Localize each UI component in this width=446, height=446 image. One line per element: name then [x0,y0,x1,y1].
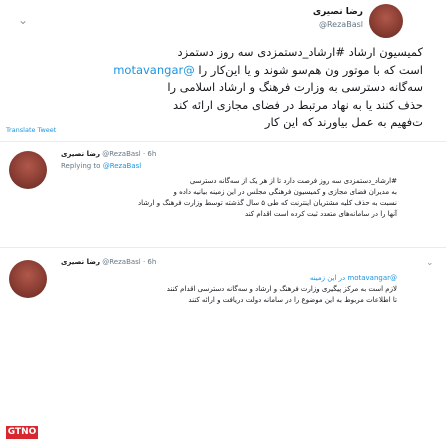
reply-line: آنها را در سامانه‌های متعدد ثبت کرده است… [245,210,397,218]
chevron-down-icon[interactable]: ⌄ [426,258,434,268]
author-handle[interactable]: @RezaBasl [319,20,363,29]
reply-text: @motavangar در این زمینه لازم است به مرک… [61,273,397,306]
avatar[interactable] [9,151,47,189]
replying-handle-link[interactable]: @RezaBasl [103,162,142,170]
handle-time: @RezaBasl · 6h [102,150,157,158]
reply-line: لازم است به مرکز پیگیری وزارت فرهنگ و ار… [166,285,397,293]
author-name[interactable]: رضا نصیری [313,7,363,17]
reply-tweet[interactable]: ⌄ رضا نصیری @RezaBasl · 6h @motavangar د… [0,248,446,338]
reply-text: #ارشاد_دستمزدی سه روز فرصت دارد تا از هر… [61,176,397,220]
reply-line: نسبت به حذف کلیه مشتریان اینترنت که طی ۵… [138,199,397,207]
replying-to: Replying to @RezaBasl [61,162,141,170]
avatar[interactable] [9,260,47,298]
reply-header: رضا نصیری @RezaBasl · 6h [61,150,156,158]
replying-prefix: Replying to [61,162,101,170]
tweet-line: ت‌فهیم به عمل بیاورند که این کار [264,115,423,129]
tweet-line-text: است که با موتور ون هم‌سو شوند و یا این‌ک… [198,62,423,77]
tweet-text: کمیسیون ارشاد #ارشاد_دستمزدی سه روز دستم… [23,44,423,132]
reply-tweet[interactable]: رضا نصیری @RezaBasl · 6h Replying to @Re… [0,142,446,242]
avatar[interactable] [369,4,403,38]
reply-line: به مدیران فضای مجازی و کمیسیون فرهنگی مج… [173,188,397,196]
handle-time: @RezaBasl · 6h [102,258,157,266]
reply-line: تا اطلاعات مربوط به این موضوع را در ساما… [188,296,397,304]
tweet-line: است که با موتور ون هم‌سو شوند و یا این‌ک… [23,62,423,80]
main-tweet: ⌄ رضا نصیری @RezaBasl کمیسیون ارشاد #ارش… [0,0,446,129]
tweet-line: حذف کنند یا به نهاد مرتبط در فضای مجازی … [173,97,423,112]
author-name[interactable]: رضا نصیری [61,258,100,266]
tweet-line: کمیسیون ارشاد #ارشاد_دستمزدی سه روز دستم… [177,45,423,59]
translate-tweet-link[interactable]: Translate Tweet [6,126,56,134]
tweet-line: سه‌گانه دسترسی به وزارت فرهنگ و ارشاد اس… [167,80,423,94]
mention-link[interactable]: @motavangar [113,63,195,77]
author-name[interactable]: رضا نصیری [61,150,100,158]
reply-line: #ارشاد_دستمزدی سه روز فرصت دارد تا از هر… [189,177,397,185]
logo: GTNO [6,426,38,439]
reply-header: رضا نصیری @RezaBasl · 6h [61,258,156,266]
mention-line[interactable]: @motavangar در این زمینه [61,273,397,284]
chevron-down-icon[interactable]: ⌄ [18,14,28,26]
